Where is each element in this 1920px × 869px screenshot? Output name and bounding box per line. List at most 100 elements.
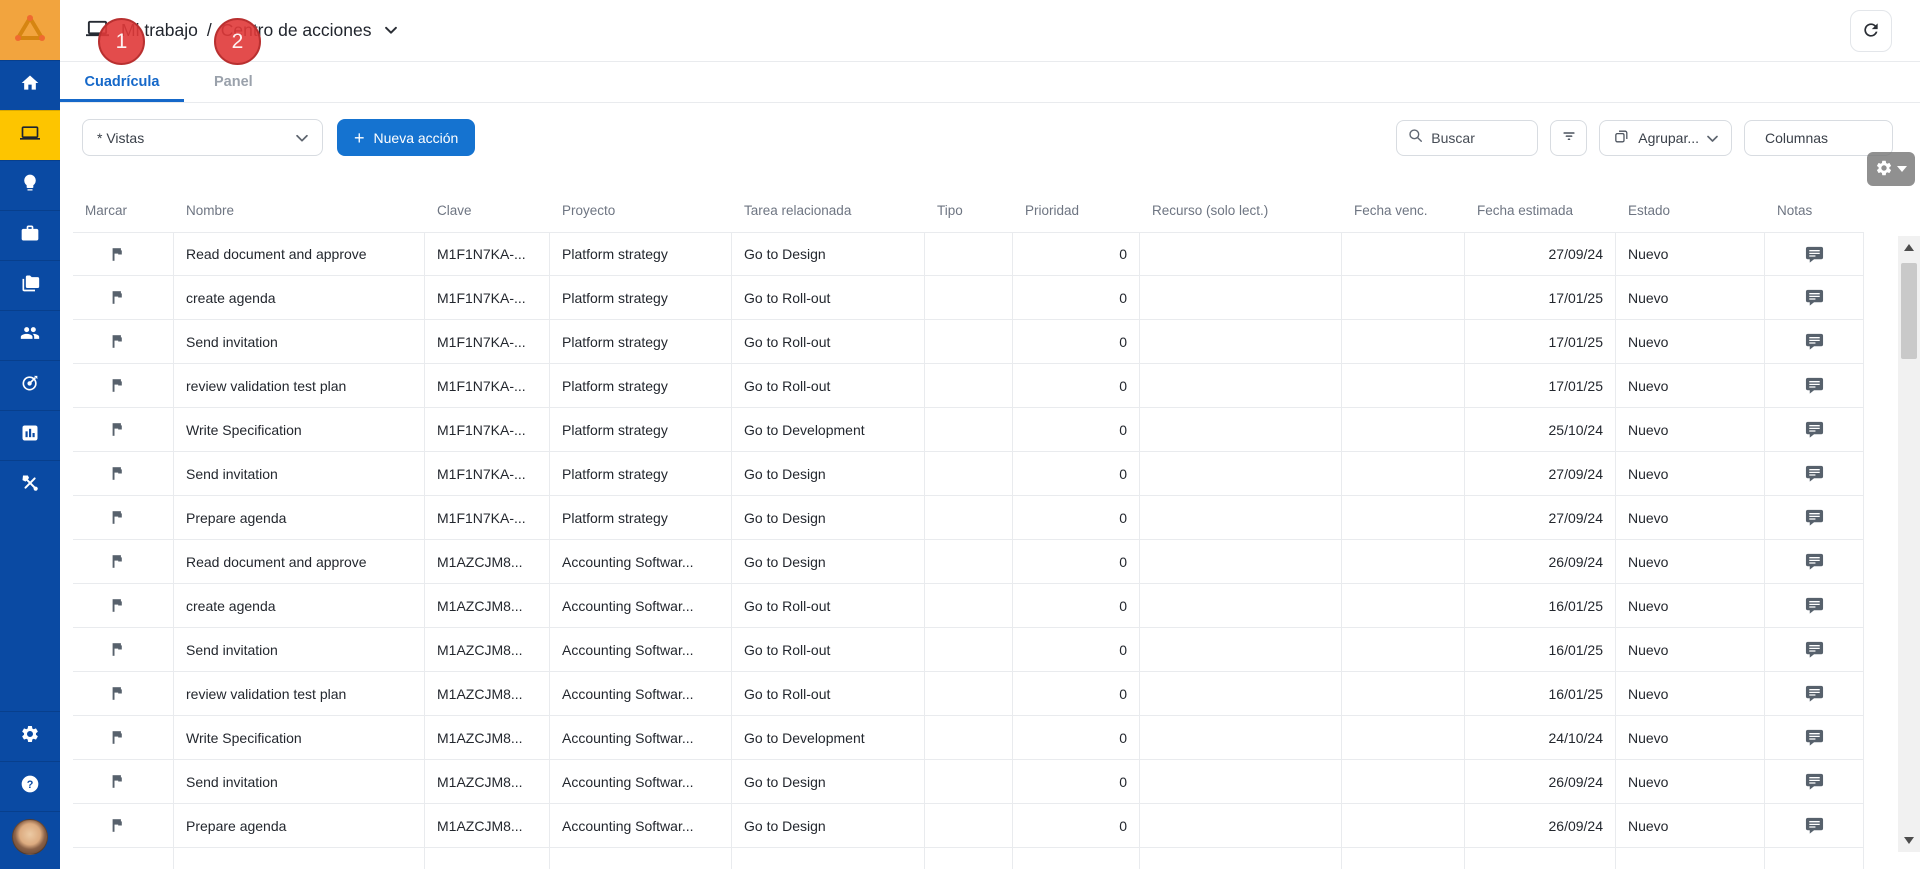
vertical-scrollbar[interactable]: [1898, 236, 1920, 852]
group-by-button[interactable]: Agrupar...: [1599, 119, 1732, 156]
column-header-estimated[interactable]: Fecha estimada: [1465, 203, 1616, 218]
flag-icon[interactable]: [108, 553, 125, 570]
table-row[interactable]: review validation test plan M1AZCJM8... Ac…: [73, 672, 1864, 716]
cell-flag[interactable]: [73, 584, 174, 628]
sidebar-item-goals[interactable]: [0, 360, 60, 410]
cell-flag[interactable]: [73, 364, 174, 408]
search-box[interactable]: [1396, 119, 1539, 156]
column-header-due[interactable]: Fecha venc.: [1342, 203, 1465, 218]
cell-flag[interactable]: [73, 760, 174, 804]
cell-notes[interactable]: [1765, 496, 1864, 540]
cell-flag[interactable]: [73, 804, 174, 848]
flag-icon[interactable]: [108, 597, 125, 614]
table-row[interactable]: create agenda M1F1N7KA-... Platform strate…: [73, 276, 1864, 320]
cell-flag[interactable]: [73, 320, 174, 364]
note-icon[interactable]: [1805, 508, 1824, 527]
app-logo[interactable]: [0, 0, 60, 60]
flag-icon[interactable]: [108, 685, 125, 702]
column-header-name[interactable]: Nombre: [174, 203, 425, 218]
new-action-button[interactable]: + Nueva acción: [337, 119, 476, 156]
note-icon[interactable]: [1805, 816, 1824, 835]
table-row[interactable]: Read document and approve M1F1N7KA-... Pla…: [73, 232, 1864, 276]
table-row-partial[interactable]: [73, 848, 1864, 869]
grid-settings-button[interactable]: [1867, 152, 1915, 186]
note-icon[interactable]: [1805, 552, 1824, 571]
cell-flag[interactable]: [73, 452, 174, 496]
flag-icon[interactable]: [108, 509, 125, 526]
search-input[interactable]: [1431, 129, 1528, 146]
columns-button[interactable]: Columnas: [1744, 119, 1893, 156]
note-icon[interactable]: [1805, 288, 1824, 307]
cell-notes[interactable]: [1765, 408, 1864, 452]
scroll-up-arrow[interactable]: [1904, 244, 1914, 251]
table-row[interactable]: Send invitation M1AZCJM8... Accounting Sof…: [73, 628, 1864, 672]
tab-panel[interactable]: Panel: [198, 62, 269, 102]
sidebar-item-reports[interactable]: [0, 410, 60, 460]
sidebar-item-my-work[interactable]: [0, 110, 60, 160]
scrollbar-thumb[interactable]: [1901, 263, 1917, 359]
note-icon[interactable]: [1805, 640, 1824, 659]
table-row[interactable]: review validation test plan M1F1N7KA-... P…: [73, 364, 1864, 408]
flag-icon[interactable]: [108, 289, 125, 306]
sidebar-item-home[interactable]: [0, 60, 60, 110]
cell-notes[interactable]: [1765, 628, 1864, 672]
flag-icon[interactable]: [108, 641, 125, 658]
column-header-status[interactable]: Estado: [1616, 203, 1765, 218]
cell-notes[interactable]: [1765, 760, 1864, 804]
column-header-clave[interactable]: Clave: [425, 203, 550, 218]
cell-notes[interactable]: [1765, 716, 1864, 760]
column-header-priority[interactable]: Prioridad: [1013, 203, 1140, 218]
cell-notes[interactable]: [1765, 804, 1864, 848]
flag-icon[interactable]: [108, 421, 125, 438]
flag-icon[interactable]: [108, 377, 125, 394]
column-header-resource[interactable]: Recurso (solo lect.): [1140, 203, 1342, 218]
cell-notes[interactable]: [1765, 232, 1864, 276]
note-icon[interactable]: [1805, 376, 1824, 395]
table-row[interactable]: Send invitation M1F1N7KA-... Platform stra…: [73, 320, 1864, 364]
cell-flag[interactable]: [73, 628, 174, 672]
note-icon[interactable]: [1805, 245, 1824, 264]
cell-flag[interactable]: [73, 276, 174, 320]
cell-flag[interactable]: [73, 672, 174, 716]
sidebar-item-profile[interactable]: [0, 811, 60, 861]
sidebar-item-help[interactable]: ?: [0, 761, 60, 811]
filter-button[interactable]: [1550, 119, 1588, 156]
sidebar-item-settings[interactable]: [0, 711, 60, 761]
sidebar-item-teams[interactable]: [0, 310, 60, 360]
column-header-notes[interactable]: Notas: [1765, 203, 1864, 218]
views-select[interactable]: * Vistas: [82, 119, 323, 156]
flag-icon[interactable]: [108, 333, 125, 350]
flag-icon[interactable]: [108, 773, 125, 790]
note-icon[interactable]: [1805, 332, 1824, 351]
table-row[interactable]: create agenda M1AZCJM8... Accounting Softw…: [73, 584, 1864, 628]
chevron-down-icon[interactable]: [384, 26, 397, 35]
note-icon[interactable]: [1805, 728, 1824, 747]
flag-icon[interactable]: [108, 729, 125, 746]
column-header-project[interactable]: Proyecto: [550, 203, 732, 218]
cell-notes[interactable]: [1765, 540, 1864, 584]
table-row[interactable]: Send invitation M1AZCJM8... Accounting Sof…: [73, 760, 1864, 804]
flag-icon[interactable]: [108, 817, 125, 834]
cell-flag[interactable]: [73, 408, 174, 452]
table-row[interactable]: Send invitation M1F1N7KA-... Platform stra…: [73, 452, 1864, 496]
cell-notes[interactable]: [1765, 672, 1864, 716]
flag-icon[interactable]: [108, 465, 125, 482]
table-row[interactable]: Write Specification M1F1N7KA-... Platform …: [73, 408, 1864, 452]
sidebar-item-boards[interactable]: [0, 260, 60, 310]
sidebar-item-tools[interactable]: [0, 460, 60, 510]
table-row[interactable]: Prepare agenda M1AZCJM8... Accounting Soft…: [73, 804, 1864, 848]
scroll-down-arrow[interactable]: [1904, 837, 1914, 844]
table-row[interactable]: Prepare agenda M1F1N7KA-... Platform strat…: [73, 496, 1864, 540]
note-icon[interactable]: [1805, 464, 1824, 483]
column-header-related[interactable]: Tarea relacionada: [732, 203, 925, 218]
cell-flag[interactable]: [73, 496, 174, 540]
cell-flag[interactable]: [73, 232, 174, 276]
note-icon[interactable]: [1805, 596, 1824, 615]
cell-notes[interactable]: [1765, 452, 1864, 496]
note-icon[interactable]: [1805, 772, 1824, 791]
column-header-tipo[interactable]: Tipo: [925, 203, 1013, 218]
cell-notes[interactable]: [1765, 276, 1864, 320]
column-header-flag[interactable]: Marcar: [73, 203, 174, 218]
tab-cuadricula[interactable]: Cuadrícula: [60, 62, 184, 102]
note-icon[interactable]: [1805, 420, 1824, 439]
